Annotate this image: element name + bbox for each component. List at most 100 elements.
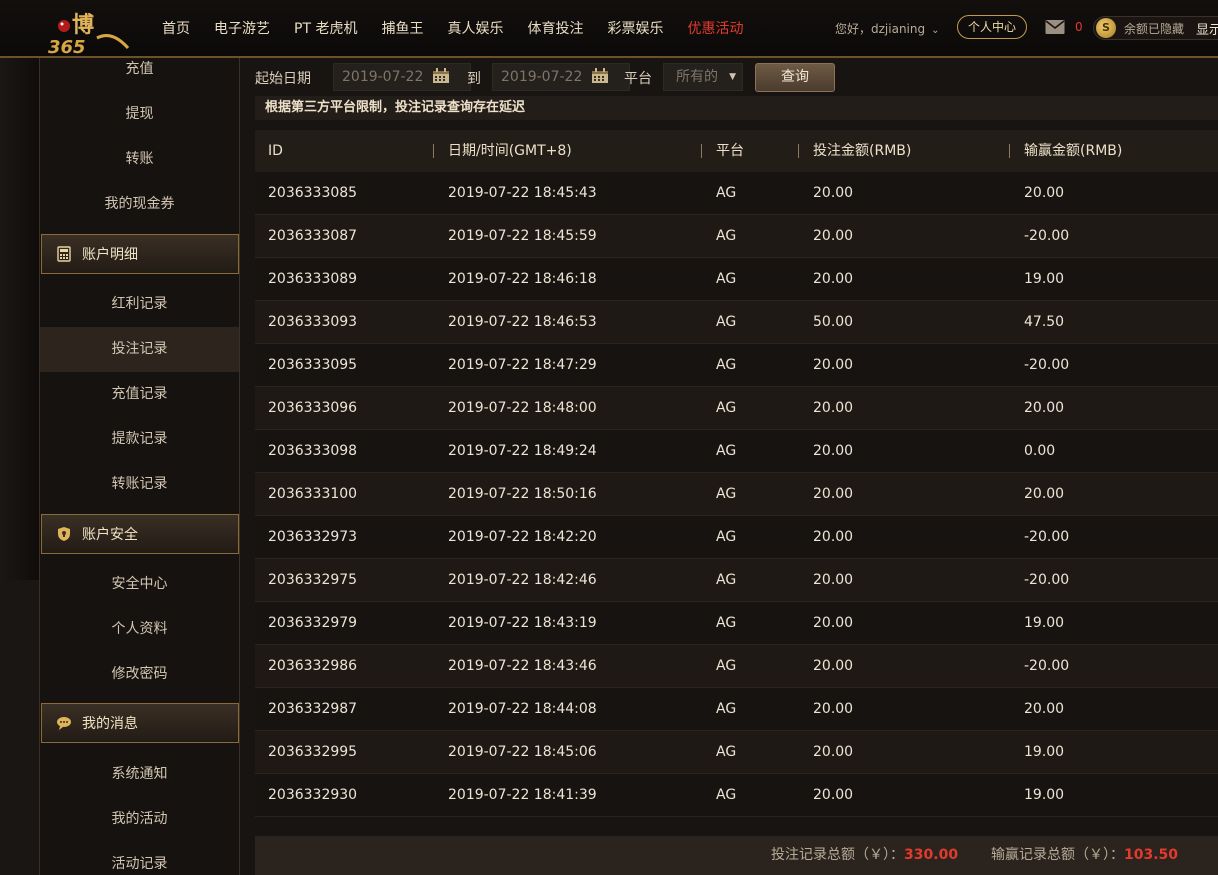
calculator-icon: [56, 246, 72, 262]
cell-datetime: 2019-07-22 18:46:18: [448, 271, 597, 287]
cell-platform: AG: [716, 572, 737, 588]
sidebar-item-system-notices[interactable]: 系统通知: [40, 752, 239, 797]
user-greeting[interactable]: 您好，dzjianing ⌄: [835, 20, 940, 37]
cell-bet-amount: 20.00: [813, 271, 854, 287]
nav-electronic-games[interactable]: 电子游艺: [202, 18, 282, 38]
cell-id: 2036333085: [268, 185, 358, 201]
sidebar-item-withdraw-records[interactable]: 提款记录: [40, 417, 239, 462]
cell-id: 2036333093: [268, 314, 358, 330]
bet-records-panel: 起始日期 2019-07-22 到 2019-07-22 平台 所有的 ▼ 查询…: [240, 58, 1218, 875]
balance-status: 余额已隐藏: [1124, 21, 1185, 36]
cell-id: 2036333096: [268, 400, 358, 416]
balance-box[interactable]: S 余额已隐藏 显示: [1093, 16, 1218, 40]
calendar-icon[interactable]: [432, 68, 450, 84]
sidebar-item-security-center[interactable]: 安全中心: [40, 562, 239, 607]
cell-bet-amount: 20.00: [813, 572, 854, 588]
mail-indicator[interactable]: 0: [1045, 19, 1083, 35]
filter-bar: 起始日期 2019-07-22 到 2019-07-22 平台 所有的 ▼ 查询: [240, 58, 1218, 96]
cell-datetime: 2019-07-22 18:43:46: [448, 658, 597, 674]
cell-win-loss: 20.00: [1024, 486, 1065, 502]
cell-id: 2036333095: [268, 357, 358, 373]
table-row: 2036333095 2019-07-22 18:47:29 AG 20.00 -20.…: [255, 344, 1218, 387]
cell-id: 2036332979: [268, 615, 358, 631]
cell-win-loss: -20.00: [1024, 357, 1070, 373]
sidebar-item-deposit[interactable]: 充值: [40, 47, 239, 92]
table-row: 2036332986 2019-07-22 18:43:46 AG 20.00 -20.…: [255, 645, 1218, 688]
cell-platform: AG: [716, 529, 737, 545]
table-row: 2036332930 2019-07-22 18:41:39 AG 20.00 19.0…: [255, 774, 1218, 817]
cell-win-loss: -20.00: [1024, 572, 1070, 588]
nav-pt-slots[interactable]: PT 老虎机: [282, 18, 369, 38]
platform-label: 平台: [624, 71, 652, 87]
sidebar-item-bet-records[interactable]: 投注记录: [40, 327, 239, 372]
section-title: 账户明细: [82, 247, 138, 263]
nav-live-casino[interactable]: 真人娱乐: [435, 18, 515, 38]
cell-win-loss: 19.00: [1024, 271, 1065, 287]
nav-sports-betting[interactable]: 体育投注: [515, 18, 595, 38]
start-date-label: 起始日期: [255, 71, 311, 87]
start-date-input[interactable]: 2019-07-22: [333, 63, 471, 91]
sidebar-item-deposit-records[interactable]: 充值记录: [40, 372, 239, 417]
cell-id: 2036332975: [268, 572, 358, 588]
section-my-messages[interactable]: 我的消息: [41, 703, 239, 743]
account-sidebar: 充值 提现 转账 我的现金券 账户明细 红利记录 投注记录 充值记录 提款记录 …: [39, 58, 240, 875]
win-total-label: 输赢记录总额（￥）：: [990, 847, 1124, 863]
sidebar-item-bonus-records[interactable]: 红利记录: [40, 282, 239, 327]
sidebar-item-my-activities[interactable]: 我的活动: [40, 797, 239, 842]
cell-datetime: 2019-07-22 18:49:24: [448, 443, 597, 459]
cell-datetime: 2019-07-22 18:41:39: [448, 787, 597, 803]
personal-center-button[interactable]: 个人中心: [957, 15, 1027, 39]
cell-bet-amount: 20.00: [813, 615, 854, 631]
nav-home[interactable]: 首页: [150, 18, 202, 38]
cell-platform: AG: [716, 486, 737, 502]
nav-promotions[interactable]: 优惠活动: [675, 18, 755, 38]
table-row: 2036333100 2019-07-22 18:50:16 AG 20.00 20.0…: [255, 473, 1218, 516]
delay-notice: 根据第三方平台限制，投注记录查询存在延迟: [255, 96, 1218, 120]
cell-platform: AG: [716, 701, 737, 717]
cell-datetime: 2019-07-22 18:45:59: [448, 228, 597, 244]
table-row: 2036333096 2019-07-22 18:48:00 AG 20.00 20.0…: [255, 387, 1218, 430]
sidebar-item-profile[interactable]: 个人资料: [40, 607, 239, 652]
cell-platform: AG: [716, 228, 737, 244]
sidebar-item-change-password[interactable]: 修改密码: [40, 652, 239, 697]
greeting-text: 您好，dzjianing: [835, 22, 926, 36]
bet-total-value: 330.00: [904, 847, 959, 863]
column-header-id: ID: [268, 143, 283, 159]
table-row: 2036332973 2019-07-22 18:42:20 AG 20.00 -20.…: [255, 516, 1218, 559]
column-divider: [433, 144, 434, 158]
cell-bet-amount: 20.00: [813, 529, 854, 545]
table-row: 2036332987 2019-07-22 18:44:08 AG 20.00 20.0…: [255, 688, 1218, 731]
table-body: 2036333085 2019-07-22 18:45:43 AG 20.00 20.0…: [255, 172, 1218, 817]
cell-bet-amount: 20.00: [813, 185, 854, 201]
sidebar-item-coupons[interactable]: 我的现金券: [40, 182, 239, 227]
table-header: ID 日期/时间(GMT+8) 平台 投注金额(RMB) 输赢金额(RMB): [255, 130, 1218, 172]
platform-select[interactable]: 所有的 ▼: [663, 63, 743, 91]
bet-records-table: ID 日期/时间(GMT+8) 平台 投注金额(RMB) 输赢金额(RMB) 2…: [255, 130, 1218, 817]
sidebar-item-transfer[interactable]: 转账: [40, 137, 239, 182]
chat-bubble-icon: [56, 715, 72, 731]
section-account-details[interactable]: 账户明细: [41, 234, 239, 274]
nav-fishing-king[interactable]: 捕鱼王: [369, 18, 435, 38]
cell-platform: AG: [716, 615, 737, 631]
show-balance-link[interactable]: 显示: [1196, 19, 1218, 38]
cell-win-loss: 19.00: [1024, 787, 1065, 803]
end-date-input[interactable]: 2019-07-22: [492, 63, 630, 91]
cell-win-loss: 20.00: [1024, 701, 1065, 717]
query-button[interactable]: 查询: [755, 63, 835, 92]
cell-datetime: 2019-07-22 18:45:43: [448, 185, 597, 201]
section-title: 账户安全: [82, 527, 138, 543]
column-header-bet-amount: 投注金额(RMB): [813, 143, 912, 159]
cell-bet-amount: 20.00: [813, 744, 854, 760]
cell-id: 2036333089: [268, 271, 358, 287]
to-label: 到: [467, 71, 481, 87]
section-account-security[interactable]: 账户安全: [41, 514, 239, 554]
sidebar-item-withdraw[interactable]: 提现: [40, 92, 239, 137]
platform-select-value: 所有的: [676, 69, 718, 85]
table-row: 2036333093 2019-07-22 18:46:53 AG 50.00 47.5…: [255, 301, 1218, 344]
cell-bet-amount: 20.00: [813, 701, 854, 717]
sidebar-item-activity-records[interactable]: 活动记录: [40, 842, 239, 875]
mail-icon: [1045, 20, 1065, 34]
nav-lottery[interactable]: 彩票娱乐: [595, 18, 675, 38]
sidebar-item-transfer-records[interactable]: 转账记录: [40, 462, 239, 507]
calendar-icon[interactable]: [591, 68, 609, 84]
